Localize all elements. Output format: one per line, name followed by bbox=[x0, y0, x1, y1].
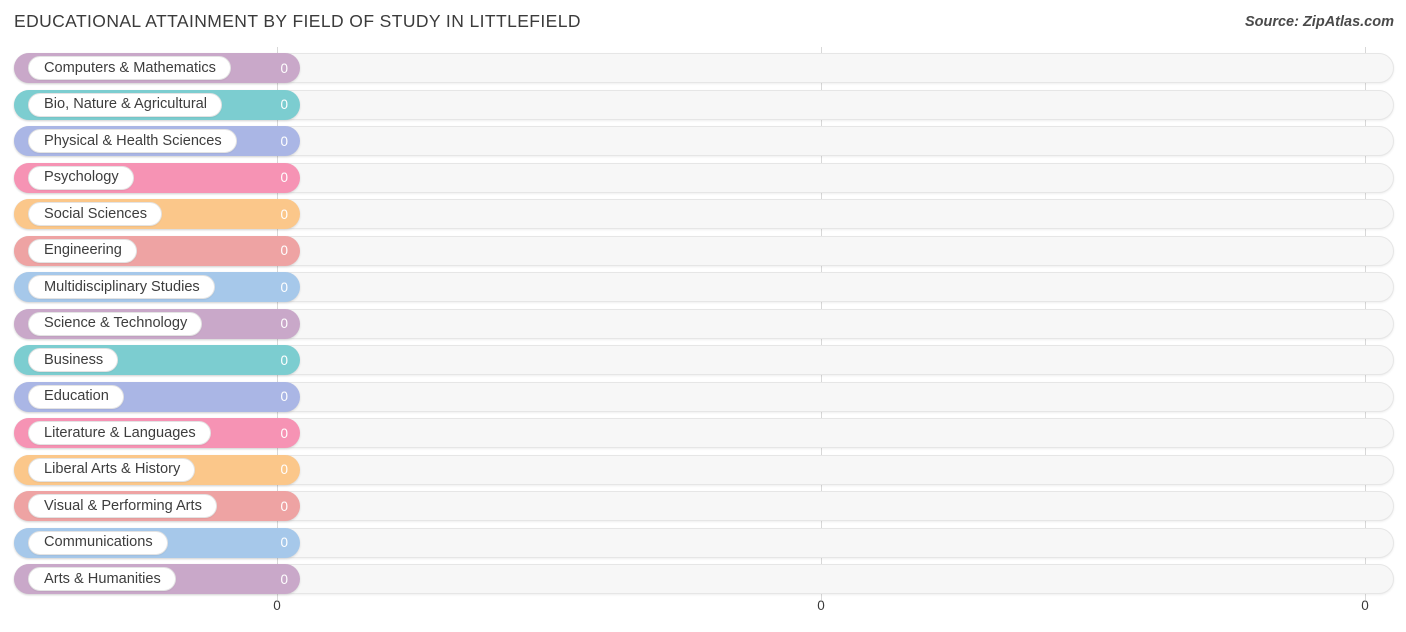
bar-row[interactable]: 0 Engineering bbox=[0, 235, 1406, 266]
bar-row[interactable]: 0 Liberal Arts & History bbox=[0, 454, 1406, 485]
bar-category-label: Liberal Arts & History bbox=[44, 461, 181, 478]
bar-category-pill[interactable]: Business bbox=[28, 348, 119, 372]
bar-category-pill[interactable]: Arts & Humanities bbox=[28, 567, 176, 591]
bar-row[interactable]: 0 Communications bbox=[0, 527, 1406, 558]
bar-row[interactable]: 0 Bio, Nature & Agricultural bbox=[0, 89, 1406, 120]
bar-row[interactable]: 0 Business bbox=[0, 345, 1406, 375]
bar-category-pill[interactable]: Psychology bbox=[28, 165, 134, 190]
bar-category-pill[interactable]: Literature & Languages bbox=[28, 421, 211, 445]
bar-category-label: Multidisciplinary Studies bbox=[44, 278, 200, 295]
bar-category-label: Computers & Mathematics bbox=[44, 59, 216, 76]
bar-category-label: Engineering bbox=[44, 242, 122, 259]
bar-category-label: Literature & Languages bbox=[44, 424, 196, 441]
bar-category-label: Arts & Humanities bbox=[44, 570, 161, 587]
bar-category-pill[interactable]: Communications bbox=[28, 530, 168, 555]
bar-category-pill[interactable]: Physical & Health Sciences bbox=[28, 129, 237, 153]
bar-category-pill[interactable]: Social Sciences bbox=[28, 202, 163, 226]
bar-category-label: Physical & Health Sciences bbox=[44, 132, 222, 149]
bar-row[interactable]: 0 Visual & Performing Arts bbox=[0, 491, 1406, 521]
bar-category-pill[interactable]: Visual & Performing Arts bbox=[28, 494, 217, 518]
bar-row[interactable]: 0 Arts & Humanities bbox=[0, 564, 1406, 594]
bar-category-label: Visual & Performing Arts bbox=[44, 497, 202, 514]
bar-category-pill[interactable]: Science & Technology bbox=[28, 311, 203, 336]
bar-row[interactable]: 0 Psychology bbox=[0, 162, 1406, 193]
bar-category-pill[interactable]: Education bbox=[28, 384, 124, 409]
bar-category-label: Science & Technology bbox=[44, 315, 188, 332]
axis-tick-label: 0 bbox=[1361, 598, 1369, 613]
axis-tick-label: 0 bbox=[817, 598, 825, 613]
bar-row[interactable]: 0 Social Sciences bbox=[0, 199, 1406, 229]
bar-row[interactable]: 0 Science & Technology bbox=[0, 308, 1406, 339]
bar-row[interactable]: 0 Multidisciplinary Studies bbox=[0, 272, 1406, 302]
axis-tick-label: 0 bbox=[273, 598, 281, 613]
bar-row[interactable]: 0 Education bbox=[0, 381, 1406, 412]
bar-category-label: Bio, Nature & Agricultural bbox=[44, 96, 208, 113]
bar-category-label: Social Sciences bbox=[44, 205, 148, 222]
bar-category-pill[interactable]: Liberal Arts & History bbox=[28, 457, 196, 482]
bar-category-pill[interactable]: Bio, Nature & Agricultural bbox=[28, 92, 223, 117]
bar-row[interactable]: 0 Literature & Languages bbox=[0, 418, 1406, 448]
bar-category-pill[interactable]: Computers & Mathematics bbox=[28, 56, 231, 80]
bar-category-label: Business bbox=[44, 351, 104, 368]
bar-row[interactable]: 0 Physical & Health Sciences bbox=[0, 126, 1406, 156]
page-title: EDUCATIONAL ATTAINMENT BY FIELD OF STUDY… bbox=[14, 11, 581, 31]
bar-category-pill[interactable]: Multidisciplinary Studies bbox=[28, 275, 215, 299]
bar-category-label: Psychology bbox=[44, 169, 119, 186]
x-axis-tick-labels: 0 0 0 bbox=[0, 598, 1406, 622]
bar-row[interactable]: 0 Computers & Mathematics bbox=[0, 53, 1406, 83]
bar-category-label: Education bbox=[44, 388, 109, 405]
source-attribution: Source: ZipAtlas.com bbox=[1244, 14, 1394, 30]
bar-category-label: Communications bbox=[44, 534, 153, 551]
bar-category-pill[interactable]: Engineering bbox=[28, 238, 137, 263]
chart-container: EDUCATIONAL ATTAINMENT BY FIELD OF STUDY… bbox=[0, 0, 1406, 632]
plot-area: 0 Computers & Mathematics 0 Bio, Nature & A… bbox=[0, 47, 1406, 600]
